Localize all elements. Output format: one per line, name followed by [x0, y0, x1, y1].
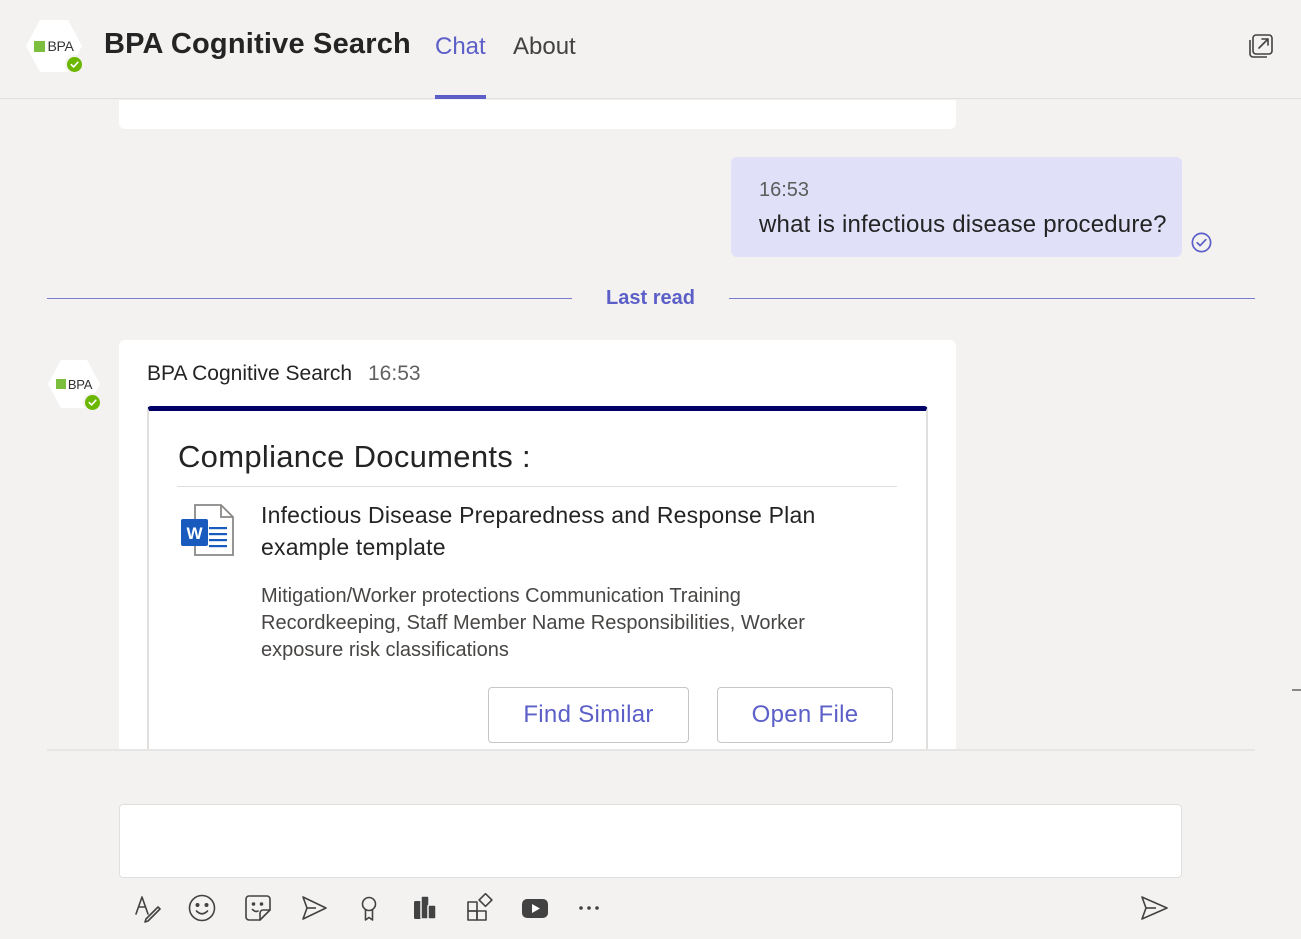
card-title: Compliance Documents :: [178, 439, 531, 474]
message-input[interactable]: [120, 805, 1181, 877]
more-options-icon[interactable]: [572, 891, 606, 925]
app-header: BPA BPA Cognitive Search Chat About: [0, 0, 1301, 99]
schedule-send-icon[interactable]: [297, 891, 331, 925]
chat-area[interactable]: 16:53 what is infectious disease procedu…: [0, 100, 1301, 749]
document-description: Mitigation/Worker protections Communicat…: [261, 585, 805, 661]
divider-line: [47, 298, 572, 299]
message-timestamp: 16:53: [368, 362, 421, 385]
popout-icon[interactable]: [1248, 33, 1274, 59]
youtube-icon[interactable]: [518, 891, 552, 925]
tab-chat[interactable]: Chat: [435, 33, 486, 99]
logo-square-icon: [55, 379, 66, 389]
logo-text: BPA: [67, 376, 93, 392]
app-avatar[interactable]: BPA: [26, 20, 84, 74]
card-divider: [177, 486, 897, 487]
emoji-icon[interactable]: [185, 891, 219, 925]
format-icon[interactable]: [130, 891, 164, 925]
open-file-button[interactable]: Open File: [717, 687, 893, 743]
app-title: BPA Cognitive Search: [104, 28, 411, 60]
divider-line: [729, 298, 1255, 299]
praise-icon[interactable]: [352, 891, 386, 925]
chat-bottom-divider: [47, 749, 1255, 751]
find-similar-button[interactable]: Find Similar: [488, 687, 689, 743]
apps-icon[interactable]: [408, 891, 442, 925]
bot-message[interactable]: BPA Cognitive Search 16:53 Compliance Do…: [119, 340, 956, 749]
svg-text:W: W: [186, 524, 203, 543]
bot-avatar[interactable]: BPA: [48, 360, 104, 412]
adaptive-card: Compliance Documents : W Infectious Dise…: [147, 406, 928, 749]
last-read-label: Last read: [606, 287, 695, 309]
compose-box[interactable]: [119, 804, 1182, 878]
document-title[interactable]: Infectious Disease Preparedness and Resp…: [261, 499, 861, 563]
message-timestamp: 16:53: [759, 179, 810, 201]
send-icon[interactable]: [1137, 891, 1171, 925]
word-doc-icon: W: [179, 501, 237, 559]
available-status-icon: [83, 393, 102, 412]
scrollbar-thumb[interactable]: [1292, 689, 1301, 691]
logo-square-icon: [34, 40, 46, 52]
more-apps-icon[interactable]: [463, 891, 497, 925]
previous-message-card: [119, 100, 956, 129]
read-receipt-icon: [1190, 231, 1213, 254]
outgoing-message[interactable]: 16:53 what is infectious disease procedu…: [731, 157, 1182, 257]
available-status-icon: [65, 55, 84, 74]
tab-about[interactable]: About: [513, 33, 576, 99]
last-read-divider: Last read: [47, 286, 1255, 314]
message-sender: BPA Cognitive Search: [147, 362, 353, 385]
sticker-icon[interactable]: [241, 891, 275, 925]
logo-text: BPA: [47, 38, 74, 54]
message-text: what is infectious disease procedure?: [759, 211, 1167, 238]
